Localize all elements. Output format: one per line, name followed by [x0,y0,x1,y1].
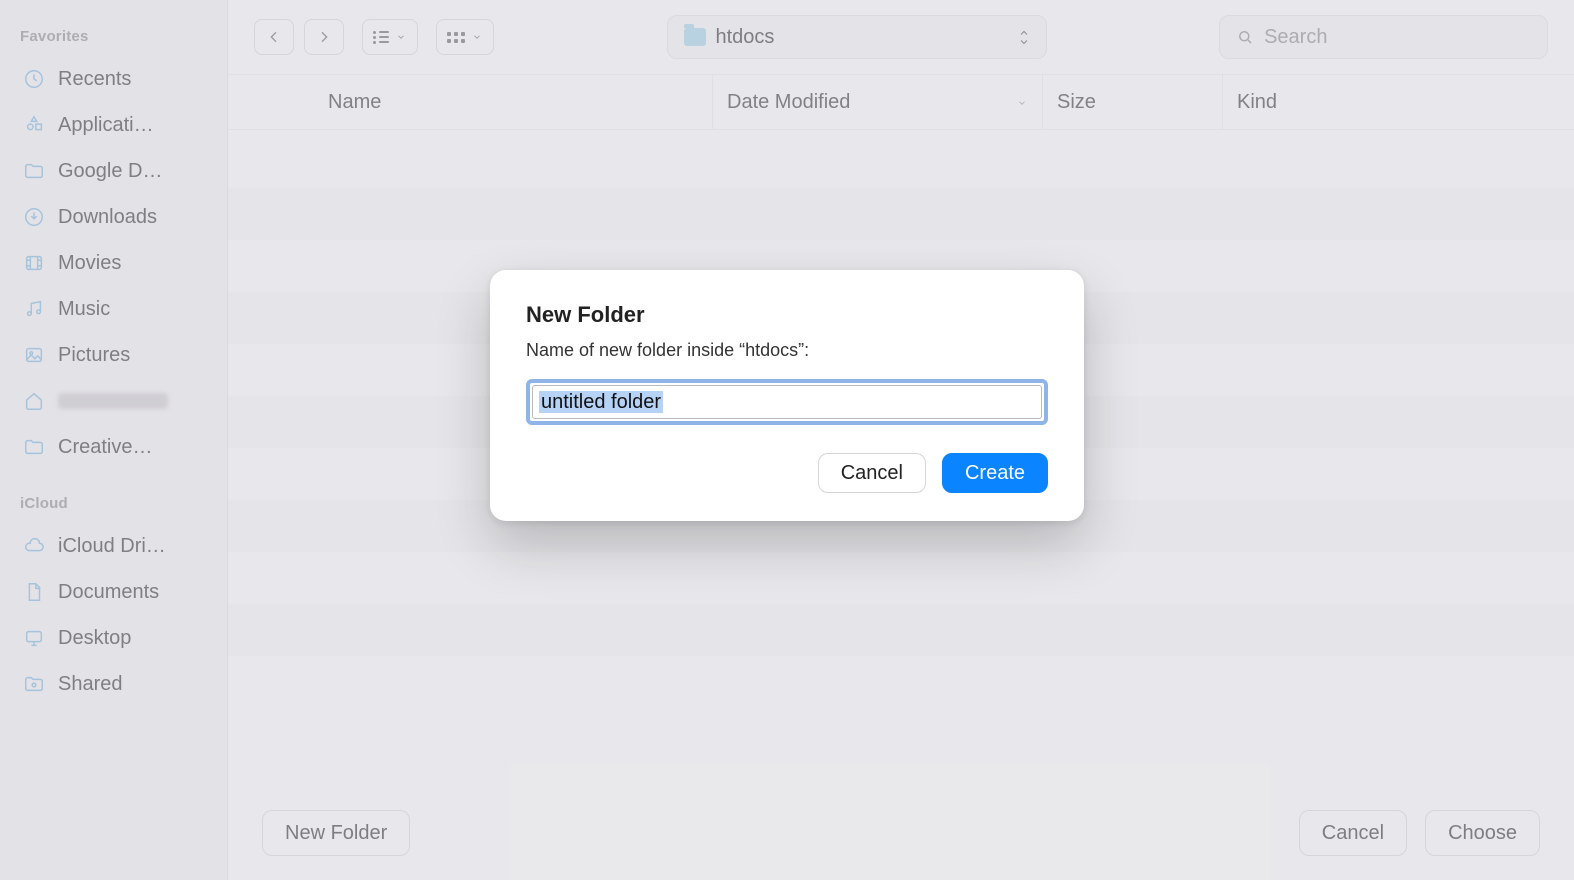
dialog-title: New Folder [526,302,1048,328]
dialog-subtitle: Name of new folder inside “htdocs”: [526,340,1048,361]
dialog-cancel-button[interactable]: Cancel [818,453,926,493]
new-folder-dialog: New Folder Name of new folder inside “ht… [490,270,1084,521]
modal-overlay: New Folder Name of new folder inside “ht… [0,0,1574,880]
folder-name-input[interactable]: untitled folder [532,385,1042,419]
dialog-cancel-label: Cancel [841,462,903,485]
folder-name-input-focus-ring: untitled folder [526,379,1048,425]
folder-name-value: untitled folder [539,391,663,413]
dialog-create-button[interactable]: Create [942,453,1048,493]
dialog-actions: Cancel Create [526,453,1048,493]
dialog-create-label: Create [965,462,1025,485]
